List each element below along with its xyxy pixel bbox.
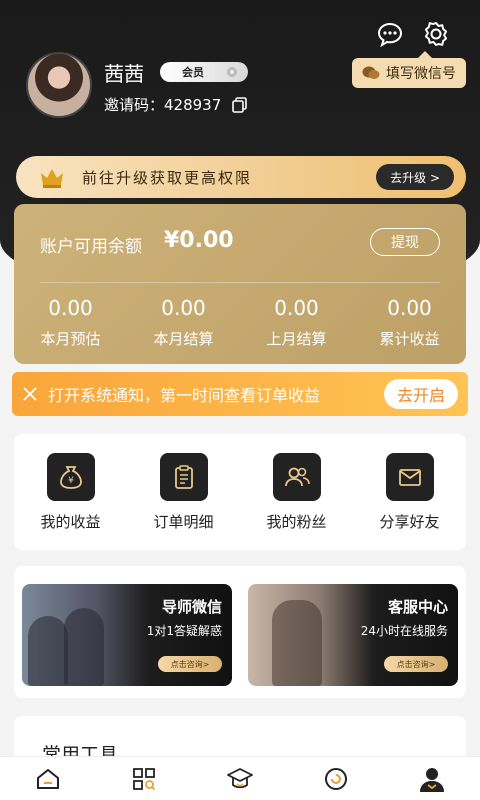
stat-item[interactable]: 0.00 上月结算: [240, 296, 353, 349]
notification-banner: 打开系统通知，第一时间查看订单收益 去开启: [12, 372, 468, 416]
stat-value: 0.00: [274, 296, 319, 320]
gear-icon[interactable]: [422, 20, 450, 48]
customer-service-card[interactable]: 客服中心 24小时在线服务 点击咨询>: [248, 584, 458, 686]
balance-stats: 0.00 本月预估 0.00 本月结算 0.00 上月结算 0.00 累计收益: [14, 296, 466, 349]
promo-title: 导师微信: [161, 598, 222, 616]
stat-label: 上月结算: [266, 330, 327, 348]
withdraw-button[interactable]: 提现: [370, 228, 440, 256]
promo-section: 导师微信 1对1答疑解惑 点击咨询> 客服中心 24小时在线服务 点击咨询>: [14, 566, 466, 698]
action-share-friends[interactable]: 分享好友: [360, 452, 460, 532]
stat-value: 0.00: [48, 296, 93, 320]
photo-person: [64, 608, 104, 686]
balance-card: 账户可用余额 ¥0.00 提现 0.00 本月预估 0.00 本月结算 0.00…: [14, 204, 466, 364]
member-badge: 会员: [160, 62, 248, 82]
users-icon: [272, 452, 321, 501]
home-icon: [37, 768, 59, 789]
svg-text:¥: ¥: [68, 476, 74, 486]
tab-school[interactable]: [226, 765, 254, 793]
refresh-circle-icon: [325, 767, 347, 790]
bottom-tabbar: [0, 756, 480, 800]
tab-circle[interactable]: [322, 765, 350, 793]
stat-item[interactable]: 0.00 累计收益: [353, 296, 466, 349]
divider: [40, 282, 440, 283]
promo-subtitle: 24小时在线服务: [360, 624, 448, 638]
wechat-icon: [362, 66, 380, 79]
clipboard-icon: [159, 452, 208, 501]
action-my-earnings[interactable]: ¥ 我的收益: [21, 452, 121, 532]
stat-value: 0.00: [387, 296, 432, 320]
badge-gear-icon: [227, 67, 237, 77]
message-icon[interactable]: [376, 20, 404, 48]
action-label: 我的粉丝: [266, 512, 327, 531]
consult-button[interactable]: 点击咨询>: [158, 656, 222, 672]
profile-icon: [420, 767, 444, 792]
photo-person: [272, 600, 322, 686]
upgrade-text: 前往升级获取更高权限: [82, 168, 253, 187]
header-actions: [376, 20, 450, 48]
balance-label: 账户可用余额: [40, 237, 142, 257]
money-bag-icon: ¥: [46, 452, 95, 501]
stat-item[interactable]: 0.00 本月结算: [127, 296, 240, 349]
tab-profile[interactable]: [418, 765, 446, 793]
member-badge-label: 会员: [182, 66, 204, 79]
stat-label: 本月预估: [40, 330, 101, 348]
action-label: 我的收益: [40, 512, 101, 531]
close-icon[interactable]: [22, 386, 38, 402]
graduation-cap-icon: [227, 767, 253, 788]
invite-code-row: 邀请码：428937: [104, 94, 249, 115]
action-label: 订单明细: [153, 512, 214, 531]
fill-wechat-label: 填写微信号: [386, 66, 456, 82]
avatar[interactable]: [26, 52, 92, 118]
stat-value: 0.00: [161, 296, 206, 320]
upgrade-banner[interactable]: 前往升级获取更高权限 去升级 >: [16, 156, 466, 198]
action-order-details[interactable]: 订单明细: [134, 452, 234, 532]
stat-item[interactable]: 0.00 本月预估: [14, 296, 127, 349]
stat-label: 累计收益: [379, 330, 440, 348]
balance-value: ¥0.00: [164, 228, 234, 253]
fill-wechat-button[interactable]: 填写微信号: [352, 51, 466, 88]
mentor-wechat-card[interactable]: 导师微信 1对1答疑解惑 点击咨询>: [22, 584, 232, 686]
grid-search-icon: [133, 767, 156, 790]
invite-code: 邀请码：428937: [104, 96, 222, 114]
action-label: 分享好友: [379, 512, 440, 531]
enable-notification-button[interactable]: 去开启: [384, 379, 458, 409]
tab-home[interactable]: [34, 765, 62, 793]
consult-button[interactable]: 点击咨询>: [384, 656, 448, 672]
copy-icon[interactable]: [231, 96, 249, 114]
quick-actions: ¥ 我的收益 订单明细 我的粉丝 分享好友: [14, 434, 466, 550]
photo-person: [28, 616, 68, 686]
envelope-icon: [385, 452, 434, 501]
upgrade-button[interactable]: 去升级 >: [376, 164, 454, 190]
action-my-fans[interactable]: 我的粉丝: [247, 452, 347, 532]
promo-subtitle: 1对1答疑解惑: [146, 624, 222, 638]
notification-text: 打开系统通知，第一时间查看订单收益: [48, 386, 321, 405]
promo-title: 客服中心: [387, 598, 448, 616]
tab-category[interactable]: [130, 765, 158, 793]
username: 茜茜: [104, 62, 144, 86]
crown-icon: [41, 169, 63, 188]
stat-label: 本月结算: [153, 330, 214, 348]
